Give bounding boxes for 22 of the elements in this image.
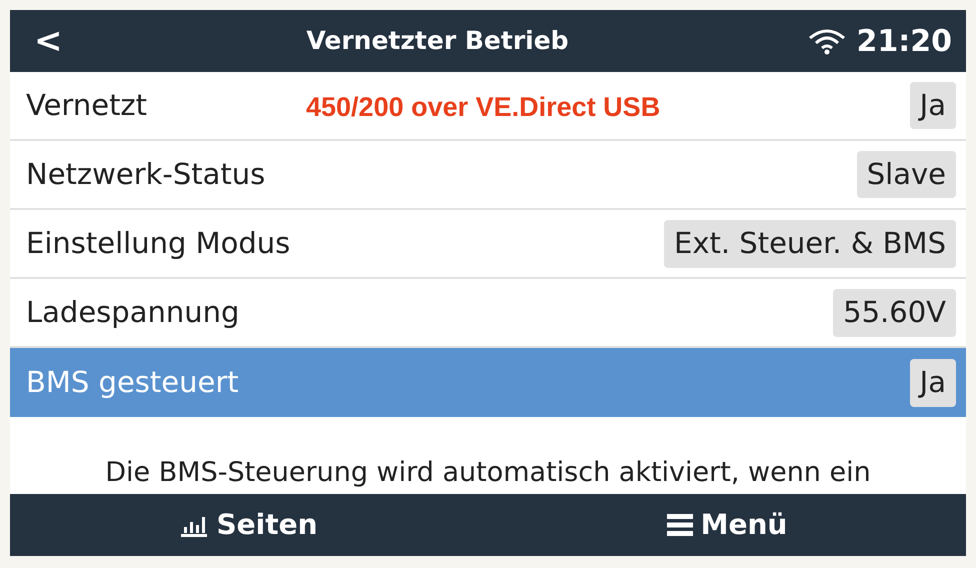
annotation-text: 450/200 over VE.Direct USB [306, 91, 660, 124]
setting-label: BMS gesteuert [26, 364, 239, 402]
setting-label: Ladespannung [26, 294, 240, 332]
setting-row[interactable]: Einstellung Modus Ext. Steuer. & BMS [10, 210, 966, 280]
clock: 21:20 [856, 22, 952, 61]
setting-label: Vernetzt [26, 86, 148, 124]
setting-value: Ja [910, 82, 956, 130]
back-button[interactable]: < [28, 24, 68, 58]
setting-label: Netzwerk-Status [26, 156, 266, 193]
page-title: Vernetzter Betrieb [305, 25, 570, 58]
setting-value: 55.60V [833, 289, 956, 337]
description-text: Die BMS-Steuerung wird automatisch aktiviert, wenn ein [104, 456, 872, 490]
wifi-icon [806, 27, 846, 56]
setting-row[interactable]: BMS gesteuert Ja [10, 348, 966, 418]
setting-value: Ja [910, 359, 956, 407]
setting-value: Ext. Steuer. & BMS [664, 220, 956, 268]
setting-value: Slave [856, 150, 956, 198]
menu-icon [666, 512, 693, 537]
menu-button[interactable]: Menü [488, 502, 966, 547]
pages-button[interactable]: Seiten [10, 502, 488, 547]
setting-label: Einstellung Modus [26, 225, 290, 262]
setting-row[interactable]: Netzwerk-Status Slave [10, 141, 966, 210]
